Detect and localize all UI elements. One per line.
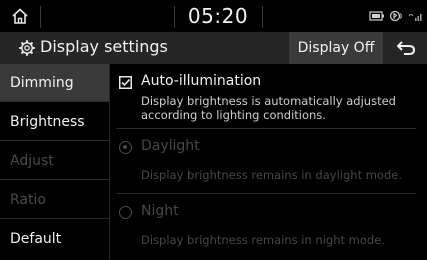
display-off-button[interactable]: Display Off — [289, 32, 383, 64]
sidebar-item-default[interactable]: Default — [0, 220, 109, 258]
daylight-description: Display brightness remains in daylight m… — [141, 168, 403, 182]
status-divider — [40, 6, 41, 28]
sidebar-item-ratio: Ratio — [0, 181, 109, 219]
signal-icon — [408, 14, 422, 21]
title-bar: Display settings Display Off — [0, 32, 427, 64]
sidebar-item-brightness[interactable]: Brightness — [0, 103, 109, 141]
sidebar-item-adjust: Adjust — [0, 142, 109, 180]
daylight-label: Daylight — [141, 138, 200, 154]
gear-icon — [19, 40, 35, 56]
back-button[interactable] — [385, 32, 427, 64]
auto-illumination-checkbox[interactable] — [119, 76, 132, 89]
sidebar-item-dimming[interactable]: Dimming — [0, 64, 109, 102]
home-icon — [12, 8, 28, 24]
page-title: Display settings — [40, 37, 168, 56]
home-button[interactable] — [0, 0, 40, 32]
status-divider — [174, 6, 175, 28]
daylight-row: Daylight Display brightness remains in d… — [110, 129, 427, 193]
status-bar: 05:20 — [0, 0, 427, 32]
bluetooth-audio-icon — [389, 10, 402, 22]
night-row: Night Display brightness remains in nigh… — [110, 194, 427, 260]
settings-panel: Auto-illumination Display brightness is … — [110, 64, 427, 260]
back-icon — [396, 41, 416, 55]
daylight-radio — [119, 141, 132, 154]
night-radio — [119, 206, 132, 219]
auto-illumination-label: Auto-illumination — [141, 73, 262, 89]
sidebar: Dimming Brightness Adjust Ratio Default — [0, 64, 109, 260]
clock: 05:20 — [187, 4, 249, 28]
auto-illumination-row[interactable]: Auto-illumination Display brightness is … — [110, 64, 427, 128]
status-divider — [262, 6, 263, 28]
battery-icon — [369, 11, 384, 21]
night-label: Night — [141, 203, 179, 219]
display-settings-screen: 05:20 Display settings Display Off Dimmi… — [0, 0, 427, 260]
night-description: Display brightness remains in night mode… — [141, 233, 385, 247]
auto-illumination-description: Display brightness is automatically adju… — [141, 94, 396, 122]
status-icons — [369, 9, 423, 23]
